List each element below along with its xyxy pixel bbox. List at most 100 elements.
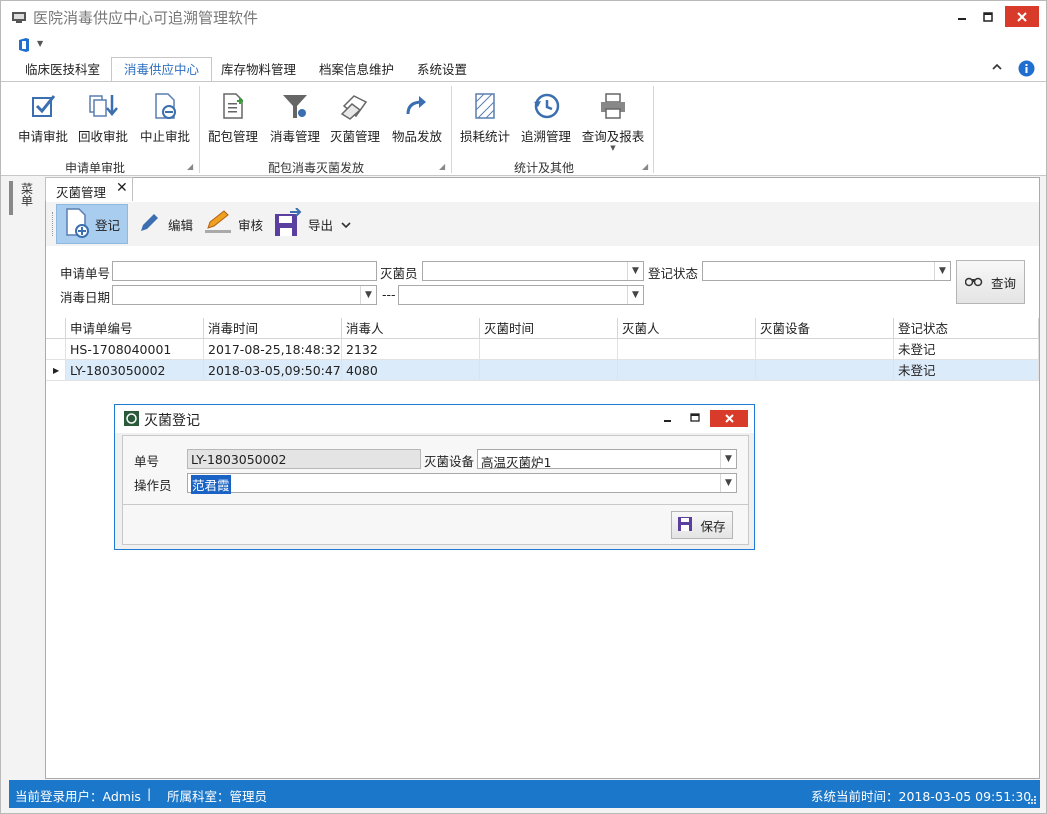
column-header[interactable]: 登记状态: [894, 318, 1039, 339]
redo-arrow-icon: [391, 90, 443, 122]
sterilize-register-dialog: 灭菌登记 单号 LY-1803050002 灭菌设备 高温灭菌炉1 ▼ 操作员 …: [114, 404, 755, 550]
document-tab[interactable]: 灭菌管理 ✕: [45, 177, 133, 201]
maximize-button[interactable]: [977, 6, 999, 27]
collapse-ribbon-icon[interactable]: [991, 61, 1003, 76]
office-icon[interactable]: [17, 37, 31, 56]
filter-icon: [269, 90, 321, 122]
pencil-icon: [138, 212, 160, 237]
title-bar: 医院消毒供应中心可追溯管理软件: [1, 1, 1046, 33]
order-label: 单号: [134, 454, 160, 469]
chevron-down-icon[interactable]: ▼: [627, 286, 643, 304]
column-header[interactable]: 灭菌设备: [756, 318, 894, 339]
dialog-close-button[interactable]: [710, 410, 748, 427]
edit-button[interactable]: 编辑: [138, 204, 193, 244]
status-separator: |: [147, 786, 152, 801]
document-stop-icon: [139, 90, 191, 122]
request-no-input[interactable]: [112, 261, 377, 281]
query-button[interactable]: 查询: [956, 260, 1025, 304]
tab-sterile-supply[interactable]: 消毒供应中心: [111, 57, 213, 81]
date-from-picker[interactable]: ▼: [112, 285, 377, 305]
disinfect-button[interactable]: 消毒管理: [269, 90, 321, 150]
group-launcher-icon[interactable]: ◢: [642, 162, 648, 171]
chevron-down-icon[interactable]: ▼: [627, 262, 643, 280]
loss-stats-button[interactable]: 损耗统计: [459, 90, 511, 150]
dialog-body: 单号 LY-1803050002 灭菌设备 高温灭菌炉1 ▼ 操作员 范君霞 ▼…: [122, 435, 749, 545]
column-header[interactable]: 申请单编号: [66, 318, 204, 339]
chevron-down-icon[interactable]: ▼: [720, 474, 736, 492]
ribbon-tab-bar: 临床医技科室 消毒供应中心 库存物料管理 档案信息维护 系统设置: [1, 57, 1046, 81]
sterilize-button[interactable]: 灭菌管理: [329, 90, 381, 150]
sidebar-marker: [9, 181, 13, 215]
window-title: 医院消毒供应中心可追溯管理软件: [33, 9, 259, 27]
approve-request-button[interactable]: 申请审批: [17, 90, 69, 150]
distribute-button[interactable]: 物品发放: [391, 90, 443, 150]
date-to-picker[interactable]: ▼: [398, 285, 644, 305]
help-icon[interactable]: [1018, 60, 1035, 80]
history-clock-icon: [519, 90, 573, 122]
table-cell: [480, 360, 618, 381]
status-bar: 当前登录用户：Admis | 所属科室：管理员 系统当前时间：2018-03-0…: [9, 780, 1040, 808]
qat-dropdown-icon[interactable]: ▼: [37, 39, 43, 48]
order-field: LY-1803050002: [187, 449, 421, 469]
department-text: 所属科室：管理员: [167, 789, 268, 804]
table-cell: 4080: [342, 360, 480, 381]
operator-select[interactable]: 范君霞 ▼: [187, 473, 737, 494]
tab-inventory[interactable]: 库存物料管理: [209, 57, 308, 81]
close-tab-icon[interactable]: ✕: [116, 180, 128, 196]
group-separator: [199, 86, 200, 173]
dialog-divider: [123, 504, 748, 505]
close-button[interactable]: [1005, 6, 1039, 27]
sterilizer-select[interactable]: ▼: [422, 261, 644, 281]
save-button[interactable]: 保存: [671, 511, 733, 539]
table-cell: LY-1803050002: [66, 360, 204, 381]
table-cell: [618, 339, 756, 360]
table-row-selected[interactable]: ▶ LY-1803050002 2018-03-05,09:50:47 4080…: [46, 360, 1039, 381]
packing-button[interactable]: 配包管理: [207, 90, 259, 150]
chevron-down-icon[interactable]: ▼: [934, 262, 950, 280]
save-export-icon: [274, 206, 302, 241]
sterilize-pack-icon: [329, 90, 381, 122]
column-header[interactable]: 消毒时间: [204, 318, 342, 339]
table-row[interactable]: HS-1708040001 2017-08-25,18:48:32 2132 未…: [46, 339, 1039, 360]
dialog-minimize-button[interactable]: [663, 412, 673, 426]
export-button[interactable]: 导出: [274, 204, 351, 244]
chevron-down-icon[interactable]: ▼: [360, 286, 376, 304]
chevron-down-icon[interactable]: [341, 217, 351, 232]
status-select[interactable]: ▼: [702, 261, 951, 281]
table-cell: 2017-08-25,18:48:32: [204, 339, 342, 360]
group-launcher-icon[interactable]: ◢: [187, 162, 193, 171]
table-cell: HS-1708040001: [66, 339, 204, 360]
status-label: 登记状态: [648, 266, 699, 281]
device-select[interactable]: 高温灭菌炉1 ▼: [477, 449, 737, 470]
document-add-icon: [207, 90, 259, 122]
tab-archive[interactable]: 档案信息维护: [307, 57, 406, 81]
operator-label: 操作员: [134, 478, 172, 493]
resize-grip-icon[interactable]: [1027, 793, 1037, 808]
audit-button[interactable]: 审核: [204, 204, 263, 244]
hatched-document-icon: [459, 90, 511, 122]
trace-button[interactable]: 追溯管理: [519, 90, 573, 150]
tab-settings[interactable]: 系统设置: [405, 57, 479, 81]
sidebar-menu-label[interactable]: 菜单: [21, 183, 35, 207]
chevron-down-icon[interactable]: ▼: [720, 450, 736, 468]
toolbar-grip: [52, 212, 54, 236]
column-header[interactable]: 消毒人: [342, 318, 480, 339]
minimize-button[interactable]: [951, 6, 973, 27]
dialog-maximize-button[interactable]: [690, 412, 700, 426]
table-cell: [756, 339, 894, 360]
approve-recycle-button[interactable]: 回收审批: [77, 90, 129, 150]
app-icon: [11, 9, 27, 28]
table-cell: 2132: [342, 339, 480, 360]
column-header[interactable]: 灭菌人: [618, 318, 756, 339]
tab-clinical[interactable]: 临床医技科室: [13, 57, 112, 81]
row-indicator: [46, 339, 66, 360]
approve-stop-button[interactable]: 中止审批: [139, 90, 191, 150]
register-button[interactable]: 登记: [56, 204, 128, 244]
dialog-title-bar[interactable]: 灭菌登记: [115, 405, 754, 433]
table-cell: [480, 339, 618, 360]
group-launcher-icon[interactable]: ◢: [439, 162, 445, 171]
ribbon-panel: 申请审批 回收审批 中止审批 申请单审批 ◢ 配包管理 消毒管理 灭菌管理 物品…: [1, 81, 1046, 176]
query-report-button[interactable]: 查询及报表 ▼: [581, 90, 645, 152]
column-header[interactable]: 灭菌时间: [480, 318, 618, 339]
dropdown-arrow-icon: ▼: [610, 144, 616, 152]
